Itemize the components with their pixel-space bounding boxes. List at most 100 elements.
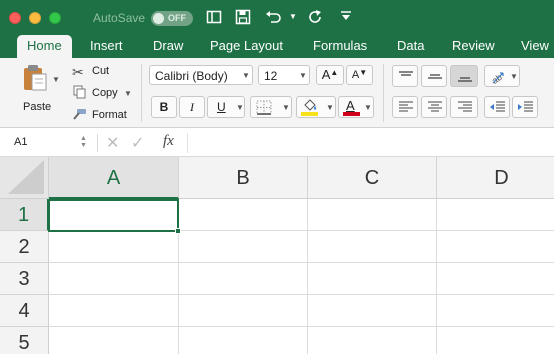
cancel-icon[interactable]: ✕ [106,133,119,153]
active-cell-selection[interactable] [48,199,181,234]
undo-icon[interactable] [264,9,282,25]
row-header-2[interactable]: 2 [0,231,49,263]
align-bottom-icon [458,77,472,82]
cell-a5[interactable] [49,327,179,354]
autosave-toggle[interactable]: OFF [151,11,193,26]
tab-view[interactable]: View [521,34,549,58]
tab-draw[interactable]: Draw [153,34,183,58]
align-right-button[interactable] [450,96,478,118]
copy-dropdown-icon[interactable]: ▼ [124,89,132,98]
tab-review[interactable]: Review [452,34,495,58]
cell-c3[interactable] [308,263,437,295]
save-icon[interactable] [235,9,251,25]
minimize-window-button[interactable] [29,12,41,24]
row-header-3[interactable]: 3 [0,263,49,295]
underline-dropdown-icon[interactable]: ▼ [236,103,244,112]
decrease-indent-button[interactable] [484,96,510,118]
cell-d1[interactable] [437,199,554,231]
select-all-icon [8,160,44,194]
column-header-b[interactable]: B [179,157,308,199]
align-middle-button[interactable] [421,65,447,87]
autosave-state: OFF [168,13,186,23]
cell-c4[interactable] [308,295,437,327]
name-box-stepper-icon[interactable]: ▲ ▼ [80,135,87,149]
tab-home[interactable]: Home [17,35,72,58]
formula-input[interactable] [196,136,546,150]
title-bar: AutoSave OFF ▼ [0,0,554,34]
cell-a3[interactable] [49,263,179,295]
italic-button[interactable]: I [179,96,205,118]
borders-icon [256,100,272,115]
cell-a2[interactable] [49,231,179,263]
customize-toolbar-icon[interactable] [340,10,352,22]
scissors-icon[interactable]: ✂ [72,64,84,81]
ribbon-tabs: Home Insert Draw Page Layout Formulas Da… [0,34,554,58]
fill-color-swatch [301,112,318,116]
row-header-4[interactable]: 4 [0,295,49,327]
tab-formulas[interactable]: Formulas [313,34,367,58]
select-all-button[interactable] [0,157,49,199]
cell-a4[interactable] [49,295,179,327]
close-window-button[interactable] [9,12,21,24]
align-top-button[interactable] [392,65,418,87]
cell-c1[interactable] [308,199,437,231]
copy-button[interactable]: Copy [92,87,118,99]
decrease-indent-icon [490,101,505,112]
row-header-1[interactable]: 1 [0,199,49,231]
copy-icon[interactable] [73,85,86,104]
cell-b1[interactable] [179,199,308,231]
column-header-d[interactable]: D [437,157,554,199]
paint-bucket-icon [304,99,316,111]
increase-indent-button[interactable] [512,96,538,118]
confirm-icon[interactable]: ✓ [131,133,144,153]
tab-insert[interactable]: Insert [90,34,123,58]
cell-b5[interactable] [179,327,308,354]
font-color-button[interactable]: A ▼ [338,96,374,118]
paste-button-label[interactable]: Paste [23,101,51,113]
tab-data[interactable]: Data [397,34,424,58]
paste-dropdown-icon[interactable]: ▼ [52,75,60,84]
cell-b4[interactable] [179,295,308,327]
cell-d4[interactable] [437,295,554,327]
align-middle-icon [428,74,442,79]
fill-handle[interactable] [175,228,181,234]
fill-color-button[interactable]: ▼ [296,96,336,118]
borders-button[interactable]: ▼ [250,96,292,118]
undo-dropdown-icon[interactable]: ▼ [289,12,297,21]
chevron-down-icon: ▼ [299,71,307,80]
sidebar-toggle-icon[interactable] [206,9,222,25]
cell-b2[interactable] [179,231,308,263]
font-size-select[interactable]: 12 ▼ [258,65,310,85]
row-header-5[interactable]: 5 [0,327,49,354]
chevron-down-icon: ▼ [242,71,250,80]
orientation-button[interactable]: ab ▼ [484,65,520,87]
column-header-c[interactable]: C [308,157,437,199]
cell-c2[interactable] [308,231,437,263]
bold-button[interactable]: B [151,96,177,118]
cell-d2[interactable] [437,231,554,263]
format-painter-icon[interactable] [72,107,87,125]
cut-button[interactable]: Cut [92,65,109,77]
align-center-button[interactable] [421,96,447,118]
formula-bar: A1 ▲ ▼ ✕ ✓ fx [0,129,554,157]
insert-function-button[interactable]: fx [163,133,174,150]
cell-c5[interactable] [308,327,437,354]
format-painter-button[interactable]: Format [92,109,127,121]
paste-icon[interactable] [22,64,48,97]
cell-d5[interactable] [437,327,554,354]
redo-icon[interactable] [307,9,323,25]
name-box[interactable]: A1 [14,136,27,148]
cell-b3[interactable] [179,263,308,295]
font-name-select[interactable]: Calibri (Body) ▼ [149,65,253,85]
ribbon: ▼ Paste ✂ Cut Copy ▼ Format Calibri (Bod… [0,58,554,128]
cell-d3[interactable] [437,263,554,295]
align-bottom-button[interactable] [450,65,478,87]
tab-page-layout[interactable]: Page Layout [210,34,283,58]
zoom-window-button[interactable] [49,12,61,24]
shrink-font-button[interactable]: A▼ [346,65,373,85]
grow-font-button[interactable]: A▲ [316,65,344,85]
increase-indent-icon [518,101,533,112]
align-left-button[interactable] [392,96,418,118]
font-name-value: Calibri (Body) [155,69,228,83]
column-header-a[interactable]: A [49,157,179,199]
